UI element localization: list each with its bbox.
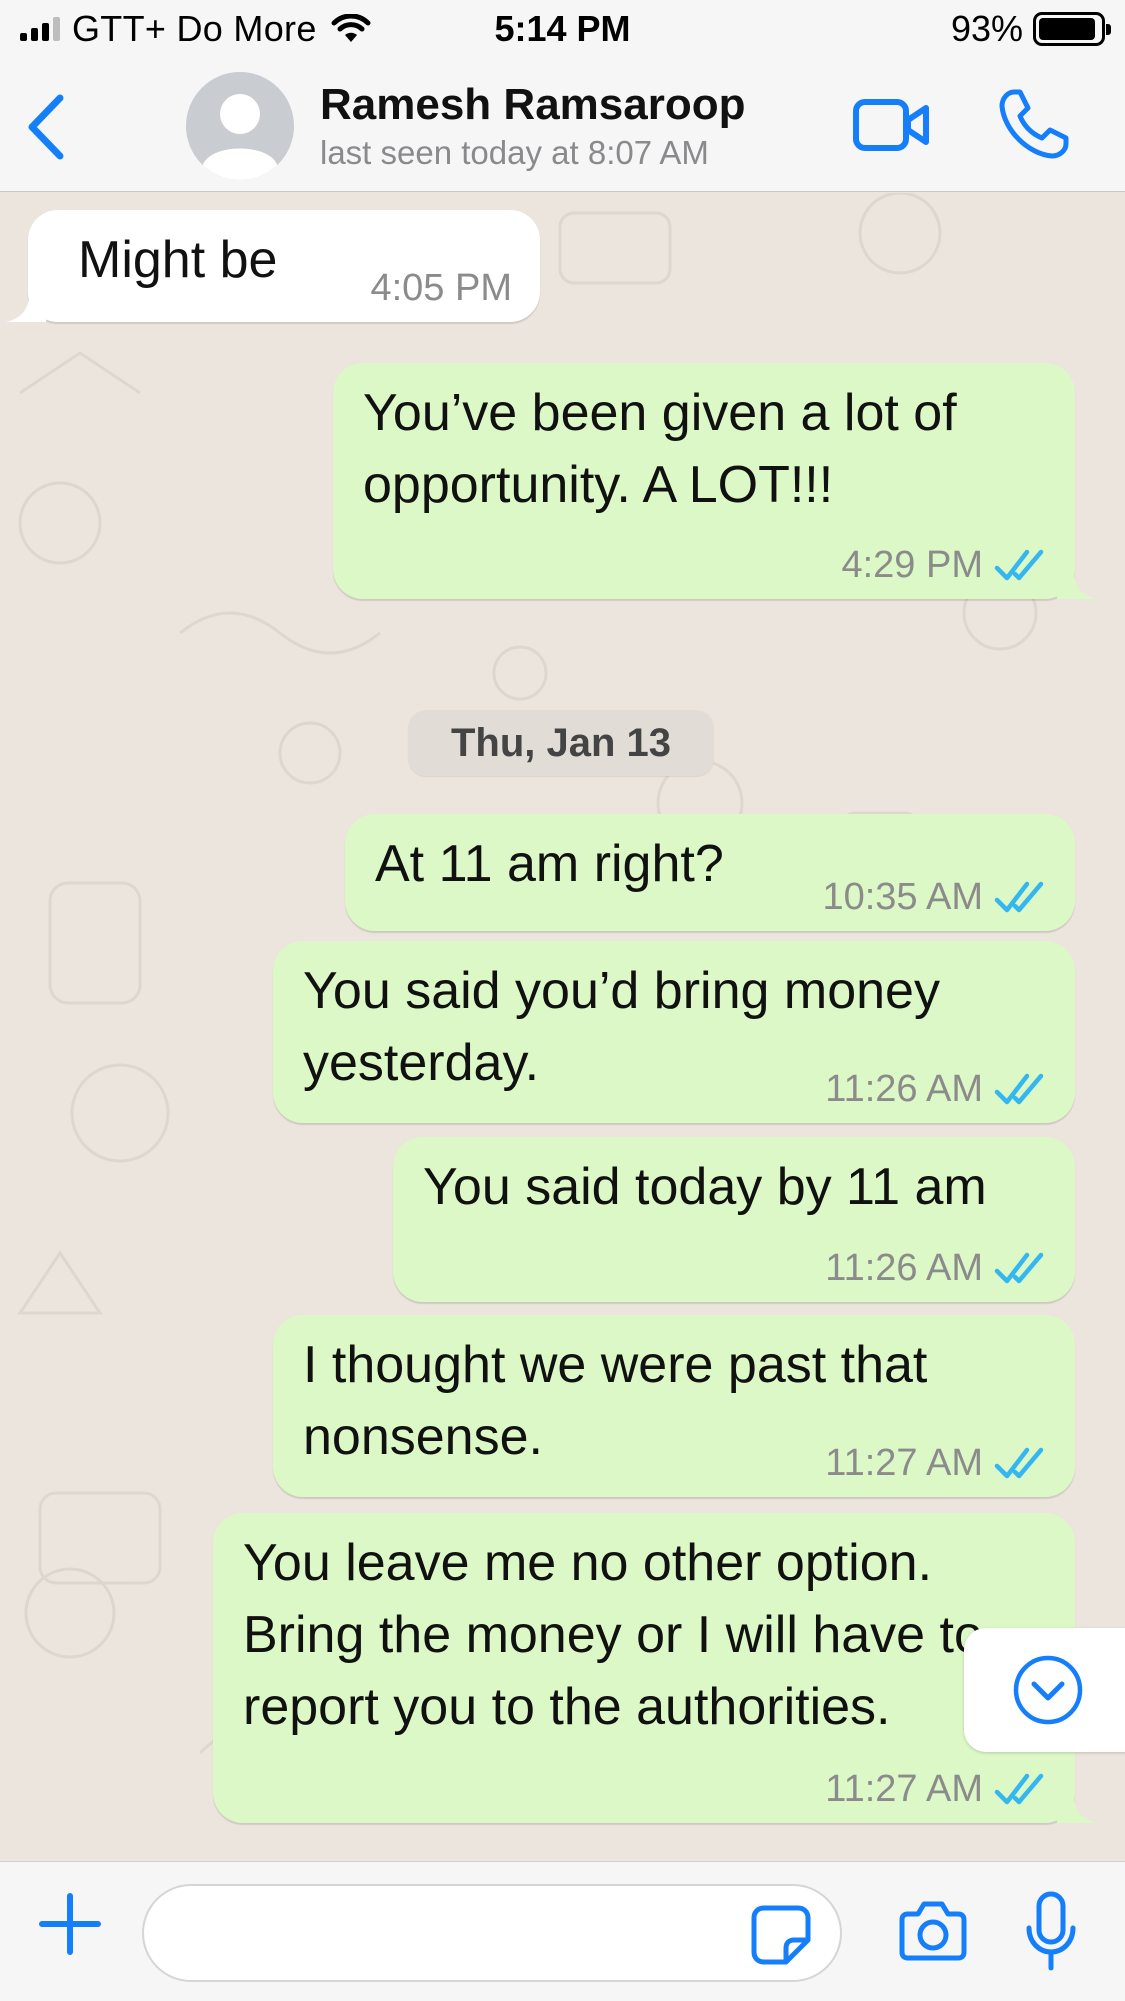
video-call-button[interactable] (852, 90, 932, 160)
camera-button[interactable] (898, 1900, 968, 1962)
message-meta: 4:29 PM (841, 543, 1047, 587)
message-input[interactable] (142, 1884, 842, 1982)
camera-icon (899, 1901, 967, 1961)
message-bubble-outgoing[interactable]: You said today by 11 am 11:26 AM (393, 1137, 1075, 1302)
read-receipt-icon (994, 1773, 1044, 1805)
message-time: 11:26 AM (825, 1247, 983, 1289)
message-meta: 10:35 AM (822, 875, 1047, 919)
voice-message-button[interactable] (1024, 1890, 1078, 1972)
date-separator: Thu, Jan 13 (408, 710, 714, 776)
message-bubble-outgoing[interactable]: You said you’d bring money yesterday. 11… (273, 941, 1075, 1123)
read-receipt-icon (994, 549, 1044, 581)
message-time: 4:29 PM (841, 544, 983, 586)
message-text: You’ve been given a lot of opportunity. … (363, 384, 957, 514)
message-text: You leave me no other option. Bring the … (243, 1534, 983, 1736)
chevron-left-icon (28, 94, 64, 160)
message-time: 11:27 AM (825, 1442, 983, 1484)
video-camera-icon (853, 99, 929, 151)
contact-name[interactable]: Ramesh Ramsaroop (320, 80, 745, 130)
battery-icon (1033, 12, 1111, 46)
avatar-placeholder-icon (186, 72, 294, 180)
chat-header: Ramesh Ramsaroop last seen today at 8:07… (0, 62, 1125, 192)
message-meta: 11:26 AM (825, 1067, 1047, 1111)
bubble-tail (1057, 565, 1097, 599)
voice-call-button[interactable] (996, 86, 1072, 162)
message-text: You said today by 11 am (423, 1158, 987, 1216)
chevron-down-circle-icon (1013, 1655, 1083, 1725)
message-text: At 11 am right? (375, 835, 724, 893)
sticker-icon (751, 1905, 811, 1965)
input-bar (0, 1861, 1125, 2001)
avatar[interactable] (186, 72, 294, 180)
read-receipt-icon (994, 1073, 1044, 1105)
status-right: 93% (950, 8, 1111, 50)
battery-fill (1039, 18, 1095, 40)
chat-area[interactable]: Might be 4:05 PM You’ve been given a lot… (0, 193, 1125, 1861)
message-time: 10:35 AM (822, 876, 983, 918)
sticker-button[interactable] (750, 1904, 812, 1966)
read-receipt-icon (994, 1447, 1044, 1479)
microphone-icon (1026, 1891, 1076, 1971)
read-receipt-icon (994, 881, 1044, 913)
message-bubble-outgoing[interactable]: You’ve been given a lot of opportunity. … (333, 363, 1097, 599)
back-button[interactable] (22, 92, 72, 162)
phone-icon (999, 89, 1069, 159)
message-bubble-outgoing[interactable]: You leave me no other option. Bring the … (213, 1513, 1097, 1823)
message-meta: 11:27 AM (825, 1767, 1047, 1811)
attach-button[interactable] (36, 1890, 104, 1958)
scroll-to-bottom-button[interactable] (964, 1628, 1125, 1752)
last-seen-status: last seen today at 8:07 AM (320, 134, 709, 171)
message-text: Might be (78, 231, 278, 289)
message-meta: 11:26 AM (825, 1246, 1047, 1290)
message-bubble-incoming[interactable]: Might be 4:05 PM (6, 210, 540, 322)
read-receipt-icon (994, 1252, 1044, 1284)
message-bubble-outgoing[interactable]: At 11 am right? 10:35 AM (345, 814, 1075, 931)
message-time: 11:27 AM (825, 1768, 983, 1810)
message-meta: 11:27 AM (825, 1441, 1047, 1485)
message-meta: 4:05 PM (370, 266, 512, 310)
status-bar: GTT+ Do More 5:14 PM 93% (0, 0, 1125, 62)
bubble-tail (6, 288, 46, 322)
message-time: 11:26 AM (825, 1068, 983, 1110)
plus-icon (39, 1893, 101, 1955)
bubble-tail (1057, 1789, 1097, 1823)
message-bubble-outgoing[interactable]: I thought we were past that nonsense. 11… (273, 1315, 1075, 1497)
message-time: 4:05 PM (370, 267, 512, 309)
battery-percent: 93% (950, 8, 1023, 49)
